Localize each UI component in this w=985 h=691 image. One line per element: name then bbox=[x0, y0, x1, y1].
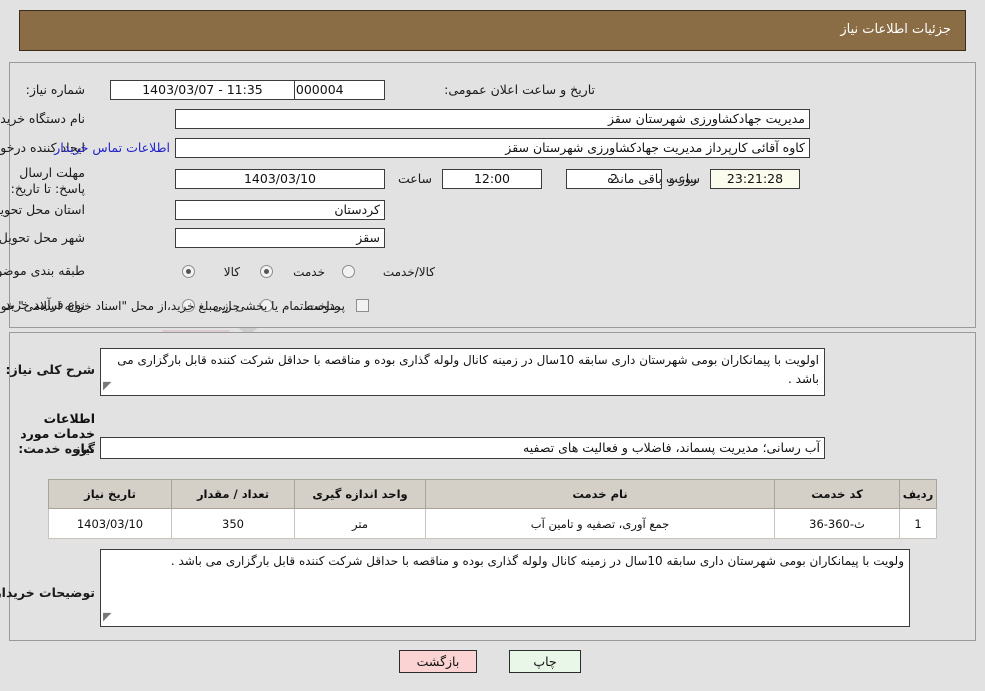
requester-value: کاوه آقائی کارپرداز مدیریت جهادکشاورزی ش… bbox=[175, 138, 810, 158]
cell-need-date: 1403/03/10 bbox=[48, 508, 172, 539]
treasury-bond-checkbox[interactable] bbox=[356, 299, 369, 312]
category-radio-kala[interactable] bbox=[182, 265, 195, 278]
th-service-code: کد خدمت bbox=[774, 479, 900, 509]
province-value: کردستان bbox=[175, 200, 385, 220]
cell-unit: متر bbox=[294, 508, 426, 539]
category-radio-khadamat[interactable] bbox=[260, 265, 273, 278]
page-header-bar: جزئیات اطلاعات نیاز bbox=[19, 10, 966, 51]
deadline-label: مهلت ارسال پاسخ: تا تاریخ: bbox=[10, 165, 85, 196]
public-announce-label: تاریخ و ساعت اعلان عمومی: bbox=[444, 82, 595, 97]
service-group-value: آب رسانی؛ مدیریت پسماند، فاضلاب و فعالیت… bbox=[100, 437, 825, 459]
public-announce-value: 11:35 - 1403/03/07 bbox=[110, 80, 295, 100]
buyer-org-label: نام دستگاه خریدار: bbox=[0, 111, 85, 126]
buyer-notes-label: توضیحات خریدار: bbox=[0, 585, 95, 600]
buyer-org-value: مدیریت جهادکشاورزی شهرستان سقز bbox=[175, 109, 810, 129]
city-label: شهر محل تحویل: bbox=[0, 230, 85, 245]
th-quantity: تعداد / مقدار bbox=[171, 479, 295, 509]
buyer-contact-link[interactable]: اطلاعات تماس خریدار bbox=[54, 140, 170, 155]
category-label: طبقه بندی موضوعی: bbox=[0, 263, 85, 278]
need-description-textarea[interactable]: اولویت با پیمانکاران بومی شهرستان داری س… bbox=[100, 348, 825, 396]
th-service-name: نام خدمت bbox=[425, 479, 775, 509]
back-button[interactable]: بازگشت bbox=[399, 650, 477, 673]
buyer-notes-textarea[interactable]: ولویت با پیمانکاران بومی شهرستان داری سا… bbox=[100, 549, 910, 627]
page-title: جزئیات اطلاعات نیاز bbox=[840, 22, 951, 37]
services-table: ردیف کد خدمت نام خدمت واحد اندازه گیری ت… bbox=[48, 479, 937, 539]
treasury-bond-label: پرداخت تمام یا بخشی از مبلغ خرید،از محل … bbox=[0, 299, 345, 313]
th-unit: واحد اندازه گیری bbox=[294, 479, 426, 509]
resize-grip-icon[interactable]: ◥ bbox=[103, 376, 111, 395]
need-details-page: جزئیات اطلاعات نیاز AriaTender.net شماره… bbox=[0, 0, 985, 691]
service-group-label: گروه خدمت: bbox=[18, 441, 95, 456]
print-button[interactable]: چاپ bbox=[509, 650, 581, 673]
buyer-notes-resize-grip-icon[interactable]: ◥ bbox=[103, 607, 111, 626]
category-label-khadamat: خدمت bbox=[293, 265, 325, 279]
need-info-panel bbox=[9, 62, 976, 328]
city-value: سقز bbox=[175, 228, 385, 248]
th-need-date: تاریخ نیاز bbox=[48, 479, 172, 509]
buyer-notes-value: ولویت با پیمانکاران بومی شهرستان داری سا… bbox=[170, 554, 904, 568]
remaining-suffix-label: ساعت باقی مانده bbox=[607, 171, 700, 186]
need-description-label: شرح کلی نیاز: bbox=[5, 362, 95, 377]
need-number-label: شماره نیاز: bbox=[25, 82, 85, 97]
province-label: استان محل تحویل: bbox=[0, 202, 85, 217]
cell-row-no: 1 bbox=[899, 508, 937, 539]
cell-service-name: جمع آوری، تصفیه و تامین آب bbox=[425, 508, 775, 539]
cell-service-code: ث-360-36 bbox=[774, 508, 900, 539]
remaining-time-value: 23:21:28 bbox=[710, 169, 800, 189]
category-label-kala: کالا bbox=[223, 265, 240, 279]
category-label-kala-khadamat: کالا/خدمت bbox=[382, 265, 435, 279]
category-radio-kala-khadamat[interactable] bbox=[342, 265, 355, 278]
cell-quantity: 350 bbox=[171, 508, 295, 539]
table-row: 1 ث-360-36 جمع آوری، تصفیه و تامین آب مت… bbox=[48, 508, 937, 539]
need-description-value: اولویت با پیمانکاران بومی شهرستان داری س… bbox=[117, 353, 819, 386]
table-header-row: ردیف کد خدمت نام خدمت واحد اندازه گیری ت… bbox=[48, 479, 937, 509]
th-row-no: ردیف bbox=[899, 479, 937, 509]
